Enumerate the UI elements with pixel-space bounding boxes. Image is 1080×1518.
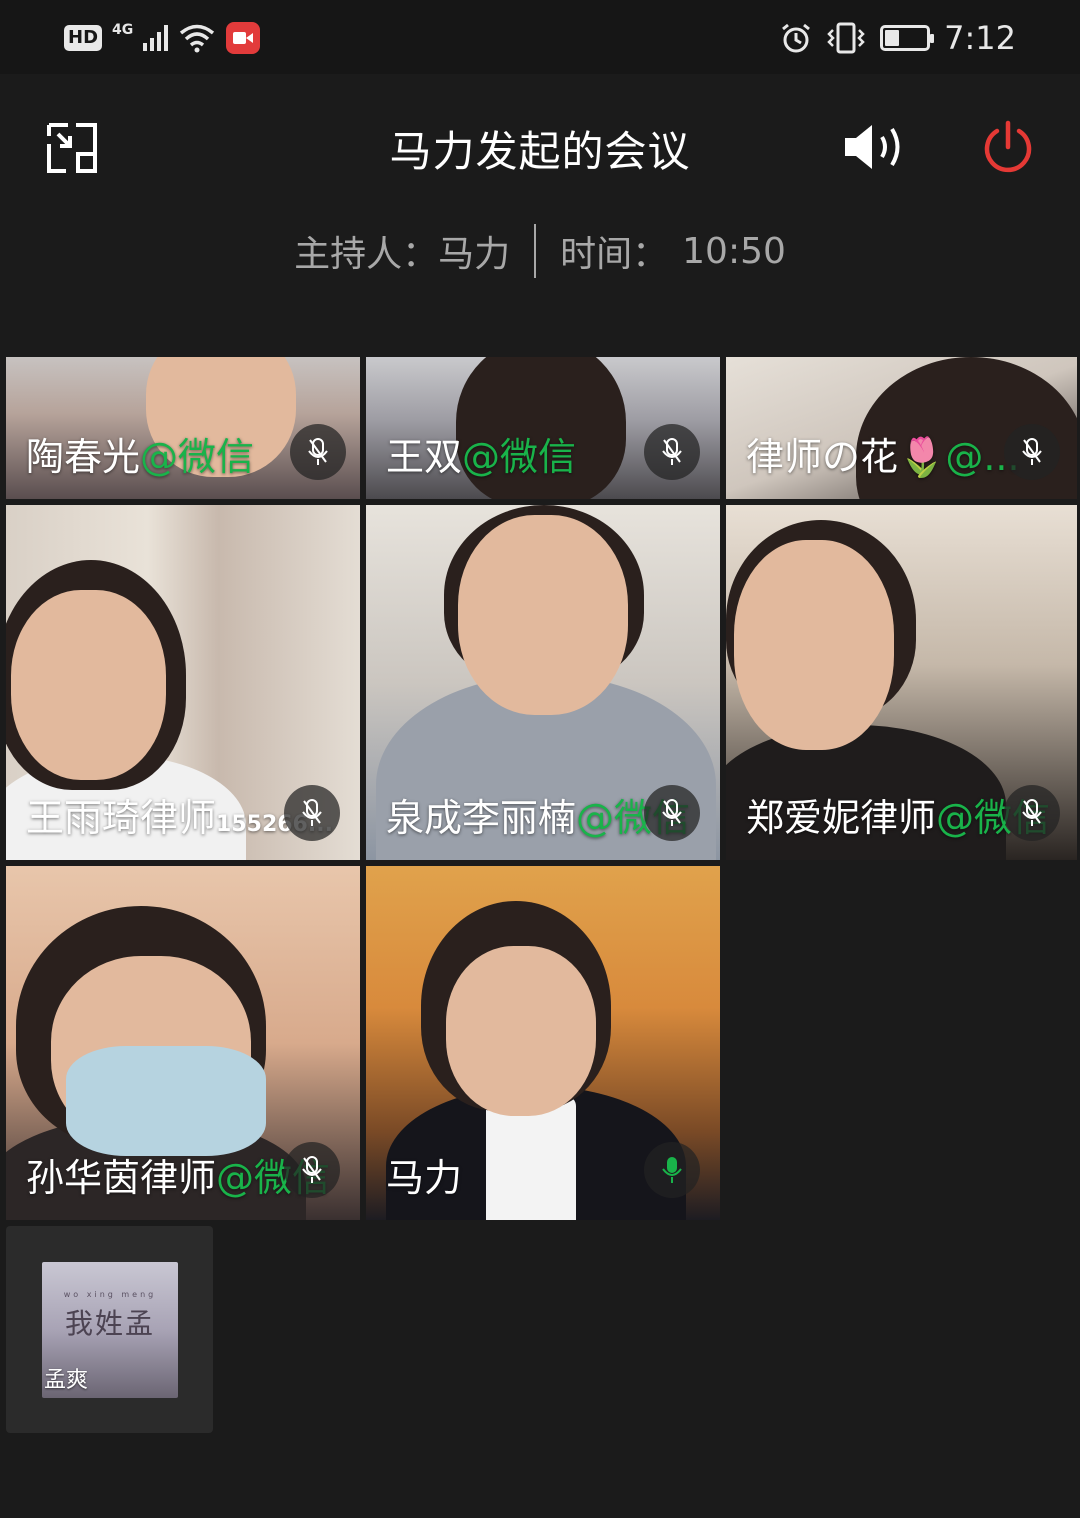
participant-name: 律师の花🌷@... [746, 435, 1020, 479]
meeting-header: 马力发起的会议 主持人： 马力 时间： 10:50 [0, 74, 1080, 334]
hd-badge: HD [64, 25, 103, 51]
participant-tile[interactable]: 王雨琦律师155266... [6, 505, 360, 860]
speaker-icon[interactable] [842, 122, 912, 172]
avatar-pinyin: wo xing meng [63, 1290, 157, 1299]
self-video-tile[interactable]: wo xing meng 我姓孟 孟爽 [6, 1226, 213, 1433]
participant-face [11, 590, 166, 780]
mic-muted-icon [644, 785, 700, 841]
avatar-title: 我姓孟 [64, 1307, 155, 1340]
signal-icon [143, 25, 169, 51]
mic-muted-icon [1004, 424, 1060, 480]
mic-muted-icon [284, 1142, 340, 1198]
battery-icon [880, 25, 935, 51]
participant-tile[interactable]: 律师の花🌷@... [726, 357, 1077, 499]
mic-on-icon [644, 1142, 700, 1198]
participant-tile[interactable]: 王双@微信 [366, 357, 720, 499]
mic-muted-icon [644, 424, 700, 480]
avatar: wo xing meng 我姓孟 孟爽 [42, 1262, 178, 1398]
mic-muted-icon [290, 424, 346, 480]
participant-tile[interactable]: 郑爱妮律师@微信 [726, 505, 1077, 860]
host-name: 马力 [438, 234, 511, 275]
self-name: 孟爽 [44, 1368, 89, 1393]
participant-tile[interactable]: 泉成李丽楠@微信 [366, 505, 720, 860]
mic-muted-icon [284, 785, 340, 841]
screen-record-icon [226, 22, 261, 54]
meeting-title: 马力发起的会议 [389, 127, 691, 176]
participant-tile[interactable]: 孙华茵律师@微信 [6, 866, 360, 1220]
participant-face [734, 540, 894, 750]
participant-tile[interactable]: 陶春光@微信 [6, 357, 360, 499]
participant-name: 陶春光@微信 [26, 435, 255, 479]
alarm-icon [782, 23, 811, 53]
mic-muted-icon [1004, 785, 1060, 841]
participant-face [446, 946, 596, 1116]
status-right-group: 7:12 [780, 14, 1016, 62]
info-divider [534, 224, 537, 278]
power-icon[interactable] [980, 120, 1036, 176]
participant-face [458, 515, 628, 715]
time-label: 时间： [560, 234, 669, 275]
face-mask [66, 1046, 266, 1156]
meeting-info-line: 主持人： 马力 时间： 10:50 [0, 224, 1080, 278]
participant-name: 马力 [386, 1156, 463, 1200]
meeting-time: 10:50 [682, 230, 786, 272]
status-time: 7:12 [944, 19, 1016, 57]
wifi-icon [180, 24, 215, 53]
network-type-label: 4G [112, 22, 134, 38]
participant-name: 王双@微信 [386, 435, 577, 479]
vibrate-icon [827, 22, 865, 54]
host-label: 主持人： [294, 234, 439, 275]
status-left-group: HD 4G [64, 18, 261, 58]
participant-tile[interactable]: 马力 [366, 866, 720, 1220]
status-bar: HD 4G 7:12 [0, 0, 1080, 74]
